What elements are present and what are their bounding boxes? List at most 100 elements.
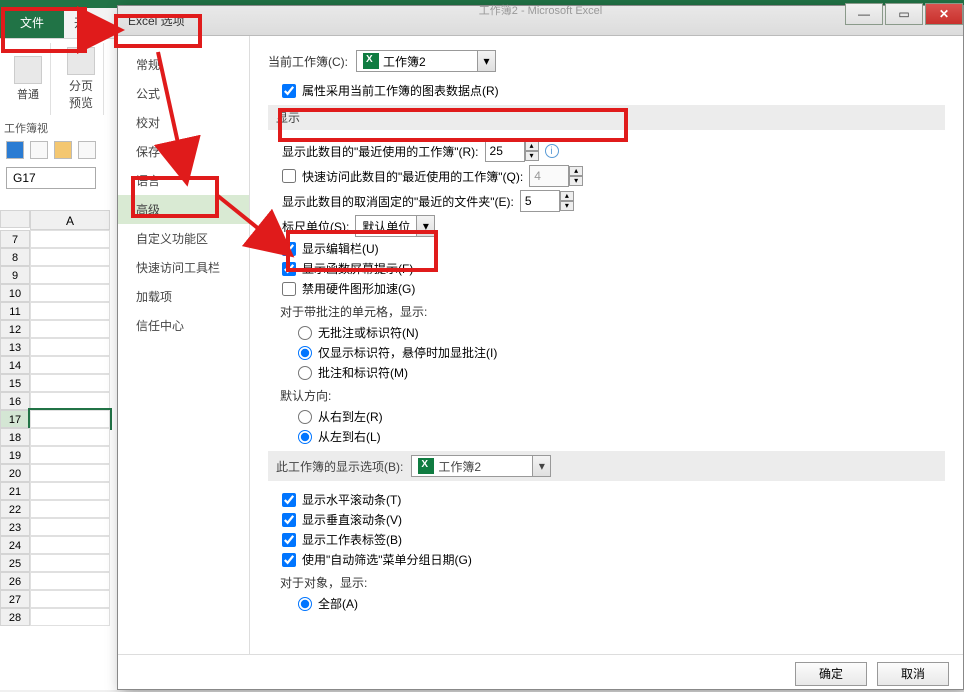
row-header[interactable]: 20 [0, 464, 30, 482]
cell[interactable] [30, 230, 110, 248]
recent-folder-spinner[interactable]: ▴▾ [520, 190, 574, 212]
sidebar-item-language[interactable]: 语言 [118, 166, 249, 195]
row-header[interactable]: 21 [0, 482, 30, 500]
ok-button[interactable]: 确定 [795, 662, 867, 686]
row-header[interactable]: 25 [0, 554, 30, 572]
cell[interactable] [30, 608, 110, 626]
row-header[interactable]: 9 [0, 266, 30, 284]
row-header[interactable]: 27 [0, 590, 30, 608]
cell[interactable] [30, 248, 110, 266]
current-workbook-dropdown[interactable]: 工作簿2 ▾ [356, 50, 496, 72]
row-header[interactable]: 19 [0, 446, 30, 464]
col-header-A[interactable]: A [30, 210, 110, 230]
row-header[interactable]: 17 [0, 410, 30, 428]
row-header[interactable]: 23 [0, 518, 30, 536]
direction-ltr-radio[interactable] [298, 430, 312, 444]
excel-file-icon [418, 458, 434, 474]
sidebar-item-addins[interactable]: 加载项 [118, 282, 249, 311]
sidebar-item-proof[interactable]: 校对 [118, 108, 249, 137]
info-icon[interactable]: i [545, 144, 559, 158]
cell[interactable] [30, 464, 110, 482]
sidebar-item-customize-ribbon[interactable]: 自定义功能区 [118, 224, 249, 253]
objects-all-radio[interactable] [298, 597, 312, 611]
row-header[interactable]: 22 [0, 500, 30, 518]
spin-up-icon[interactable]: ▴ [560, 191, 574, 201]
cell[interactable] [30, 338, 110, 356]
show-formula-bar-checkbox[interactable] [282, 242, 296, 256]
row-header[interactable]: 7 [0, 230, 30, 248]
comments-indicator-radio[interactable] [298, 346, 312, 360]
show-tabs-checkbox[interactable] [282, 533, 296, 547]
ruler-unit-dropdown[interactable]: 默认单位 ▾ [355, 215, 435, 237]
start-tab[interactable]: 开始 [64, 8, 108, 38]
cell[interactable] [30, 410, 110, 428]
quick-recent-spinner[interactable]: ▴▾ [529, 165, 583, 187]
row-header[interactable]: 8 [0, 248, 30, 266]
new-icon[interactable] [30, 141, 48, 159]
cell[interactable] [30, 356, 110, 374]
workbook-display-dropdown[interactable]: 工作簿2 ▾ [411, 455, 551, 477]
show-vscroll-checkbox[interactable] [282, 513, 296, 527]
row-header[interactable]: 13 [0, 338, 30, 356]
disable-hw-checkbox[interactable] [282, 282, 296, 296]
direction-rtl-radio[interactable] [298, 410, 312, 424]
select-all-corner[interactable] [0, 210, 30, 228]
recent-folder-input[interactable] [520, 190, 560, 212]
cell[interactable] [30, 590, 110, 608]
row-header[interactable]: 14 [0, 356, 30, 374]
spin-up-icon[interactable]: ▴ [525, 141, 539, 151]
show-hscroll-checkbox[interactable] [282, 493, 296, 507]
cell[interactable] [30, 320, 110, 338]
row-header[interactable]: 10 [0, 284, 30, 302]
row-header[interactable]: 28 [0, 608, 30, 626]
sidebar-item-qat[interactable]: 快速访问工具栏 [118, 253, 249, 282]
cell[interactable] [30, 554, 110, 572]
cancel-button[interactable]: 取消 [877, 662, 949, 686]
print-icon[interactable] [78, 141, 96, 159]
comments-both-radio[interactable] [298, 366, 312, 380]
comments-none-radio[interactable] [298, 326, 312, 340]
open-icon[interactable] [54, 141, 72, 159]
prop-chart-points-checkbox[interactable] [282, 84, 296, 98]
cell[interactable] [30, 266, 110, 284]
minimize-button[interactable]: — [845, 3, 883, 25]
cell[interactable] [30, 572, 110, 590]
options-content[interactable]: 当前工作簿(C): 工作簿2 ▾ 属性采用当前工作簿的图表数据点(R) 显示 显… [250, 36, 963, 654]
name-box-input[interactable] [6, 167, 96, 189]
sidebar-item-general[interactable]: 常规 [118, 50, 249, 79]
cell[interactable] [30, 302, 110, 320]
spin-down-icon[interactable]: ▾ [525, 151, 539, 161]
cell[interactable] [30, 374, 110, 392]
cell[interactable] [30, 500, 110, 518]
cell[interactable] [30, 428, 110, 446]
spin-down-icon[interactable]: ▾ [560, 201, 574, 211]
sidebar-item-advanced[interactable]: 高级 [118, 195, 249, 224]
row-header[interactable]: 26 [0, 572, 30, 590]
cell[interactable] [30, 518, 110, 536]
cell[interactable] [30, 482, 110, 500]
recent-wb-spinner[interactable]: ▴▾ [485, 140, 539, 162]
cell[interactable] [30, 392, 110, 410]
autofilter-group-checkbox[interactable] [282, 553, 296, 567]
cell[interactable] [30, 446, 110, 464]
row-header[interactable]: 24 [0, 536, 30, 554]
sidebar-item-save[interactable]: 保存 [118, 137, 249, 166]
save-icon[interactable] [6, 141, 24, 159]
view-normal-icon[interactable] [14, 56, 42, 84]
row-header[interactable]: 18 [0, 428, 30, 446]
show-func-tip-checkbox[interactable] [282, 262, 296, 276]
cell[interactable] [30, 536, 110, 554]
row-header[interactable]: 12 [0, 320, 30, 338]
maximize-button[interactable]: ▭ [885, 3, 923, 25]
file-tab[interactable]: 文件 [0, 8, 64, 38]
row-header[interactable]: 15 [0, 374, 30, 392]
recent-wb-input[interactable] [485, 140, 525, 162]
row-header[interactable]: 16 [0, 392, 30, 410]
close-button[interactable]: ✕ [925, 3, 963, 25]
sidebar-item-trust[interactable]: 信任中心 [118, 311, 249, 340]
quick-recent-checkbox[interactable] [282, 169, 296, 183]
row-header[interactable]: 11 [0, 302, 30, 320]
view-pagebreak-icon[interactable] [67, 47, 95, 75]
cell[interactable] [30, 284, 110, 302]
sidebar-item-formula[interactable]: 公式 [118, 79, 249, 108]
